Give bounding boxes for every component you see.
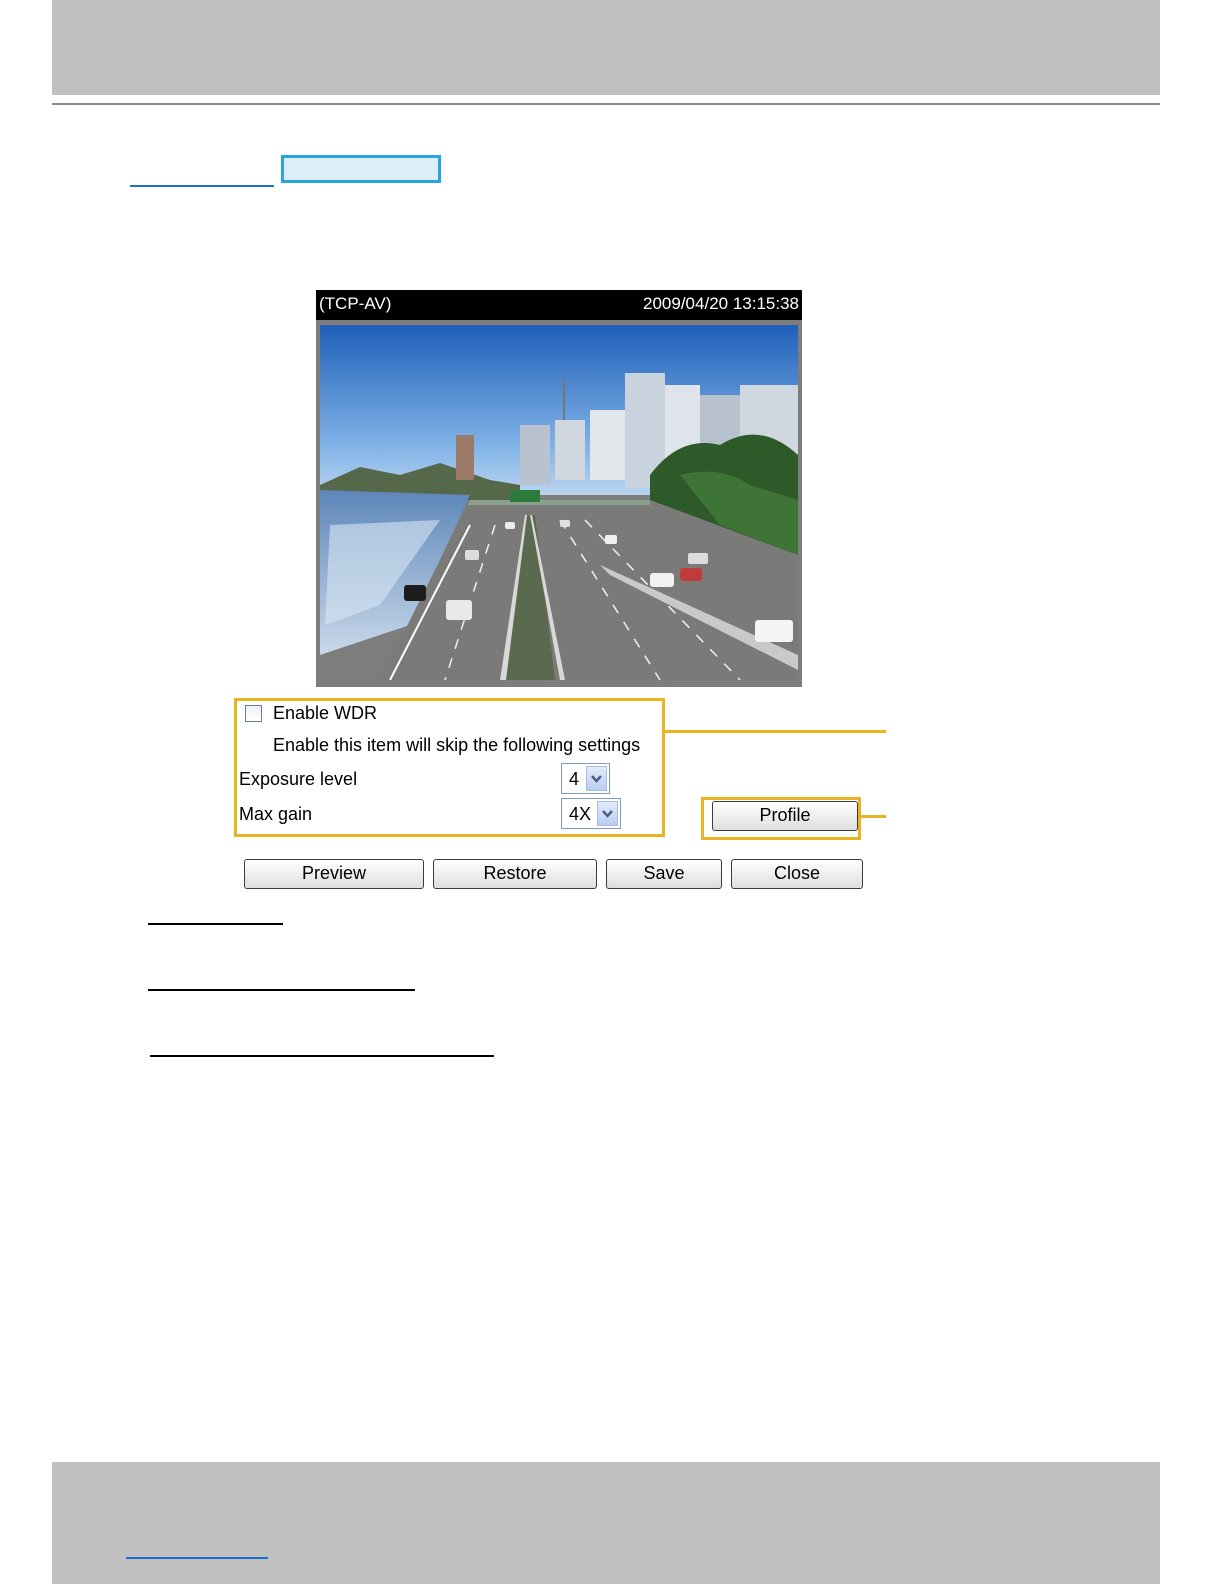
highlighted-label-box xyxy=(281,155,441,183)
exposure-level-label: Exposure level xyxy=(239,769,358,789)
footer-band xyxy=(52,1462,1160,1584)
header-rule xyxy=(52,103,1160,105)
enable-wdr-label: Enable WDR xyxy=(273,703,378,723)
viewer-caption-bar: (TCP-AV) 2009/04/20 13:15:38 xyxy=(316,290,802,320)
save-button[interactable]: Save xyxy=(606,859,722,889)
redacted-link[interactable] xyxy=(130,185,274,187)
preview-button[interactable]: Preview xyxy=(244,859,424,889)
max-gain-select[interactable]: 4X xyxy=(561,798,621,829)
max-gain-value: 4X xyxy=(569,804,592,824)
max-gain-label: Max gain xyxy=(239,804,313,824)
video-image xyxy=(320,325,798,680)
wdr-note: Enable this item will skip the following… xyxy=(273,735,641,755)
stream-timestamp: 2009/04/20 13:15:38 xyxy=(643,294,799,313)
city-highway-picture xyxy=(320,325,798,680)
profile-button[interactable]: Profile xyxy=(712,801,858,831)
header-band xyxy=(52,0,1160,95)
chevron-down-icon[interactable] xyxy=(597,801,618,826)
exposure-level-value: 4 xyxy=(569,769,580,789)
redacted-heading-1 xyxy=(148,923,283,925)
profile-callout-leader xyxy=(861,815,886,818)
chevron-down-icon[interactable] xyxy=(586,766,607,791)
wdr-callout-leader xyxy=(664,730,886,733)
enable-wdr-checkbox[interactable] xyxy=(245,705,262,722)
stream-protocol: (TCP-AV) xyxy=(319,294,392,313)
footer-link[interactable] xyxy=(126,1557,268,1559)
close-button[interactable]: Close xyxy=(731,859,863,889)
restore-button[interactable]: Restore xyxy=(433,859,597,889)
redacted-heading-3 xyxy=(150,1055,494,1057)
exposure-level-select[interactable]: 4 xyxy=(561,763,610,794)
redacted-heading-2 xyxy=(148,989,415,991)
